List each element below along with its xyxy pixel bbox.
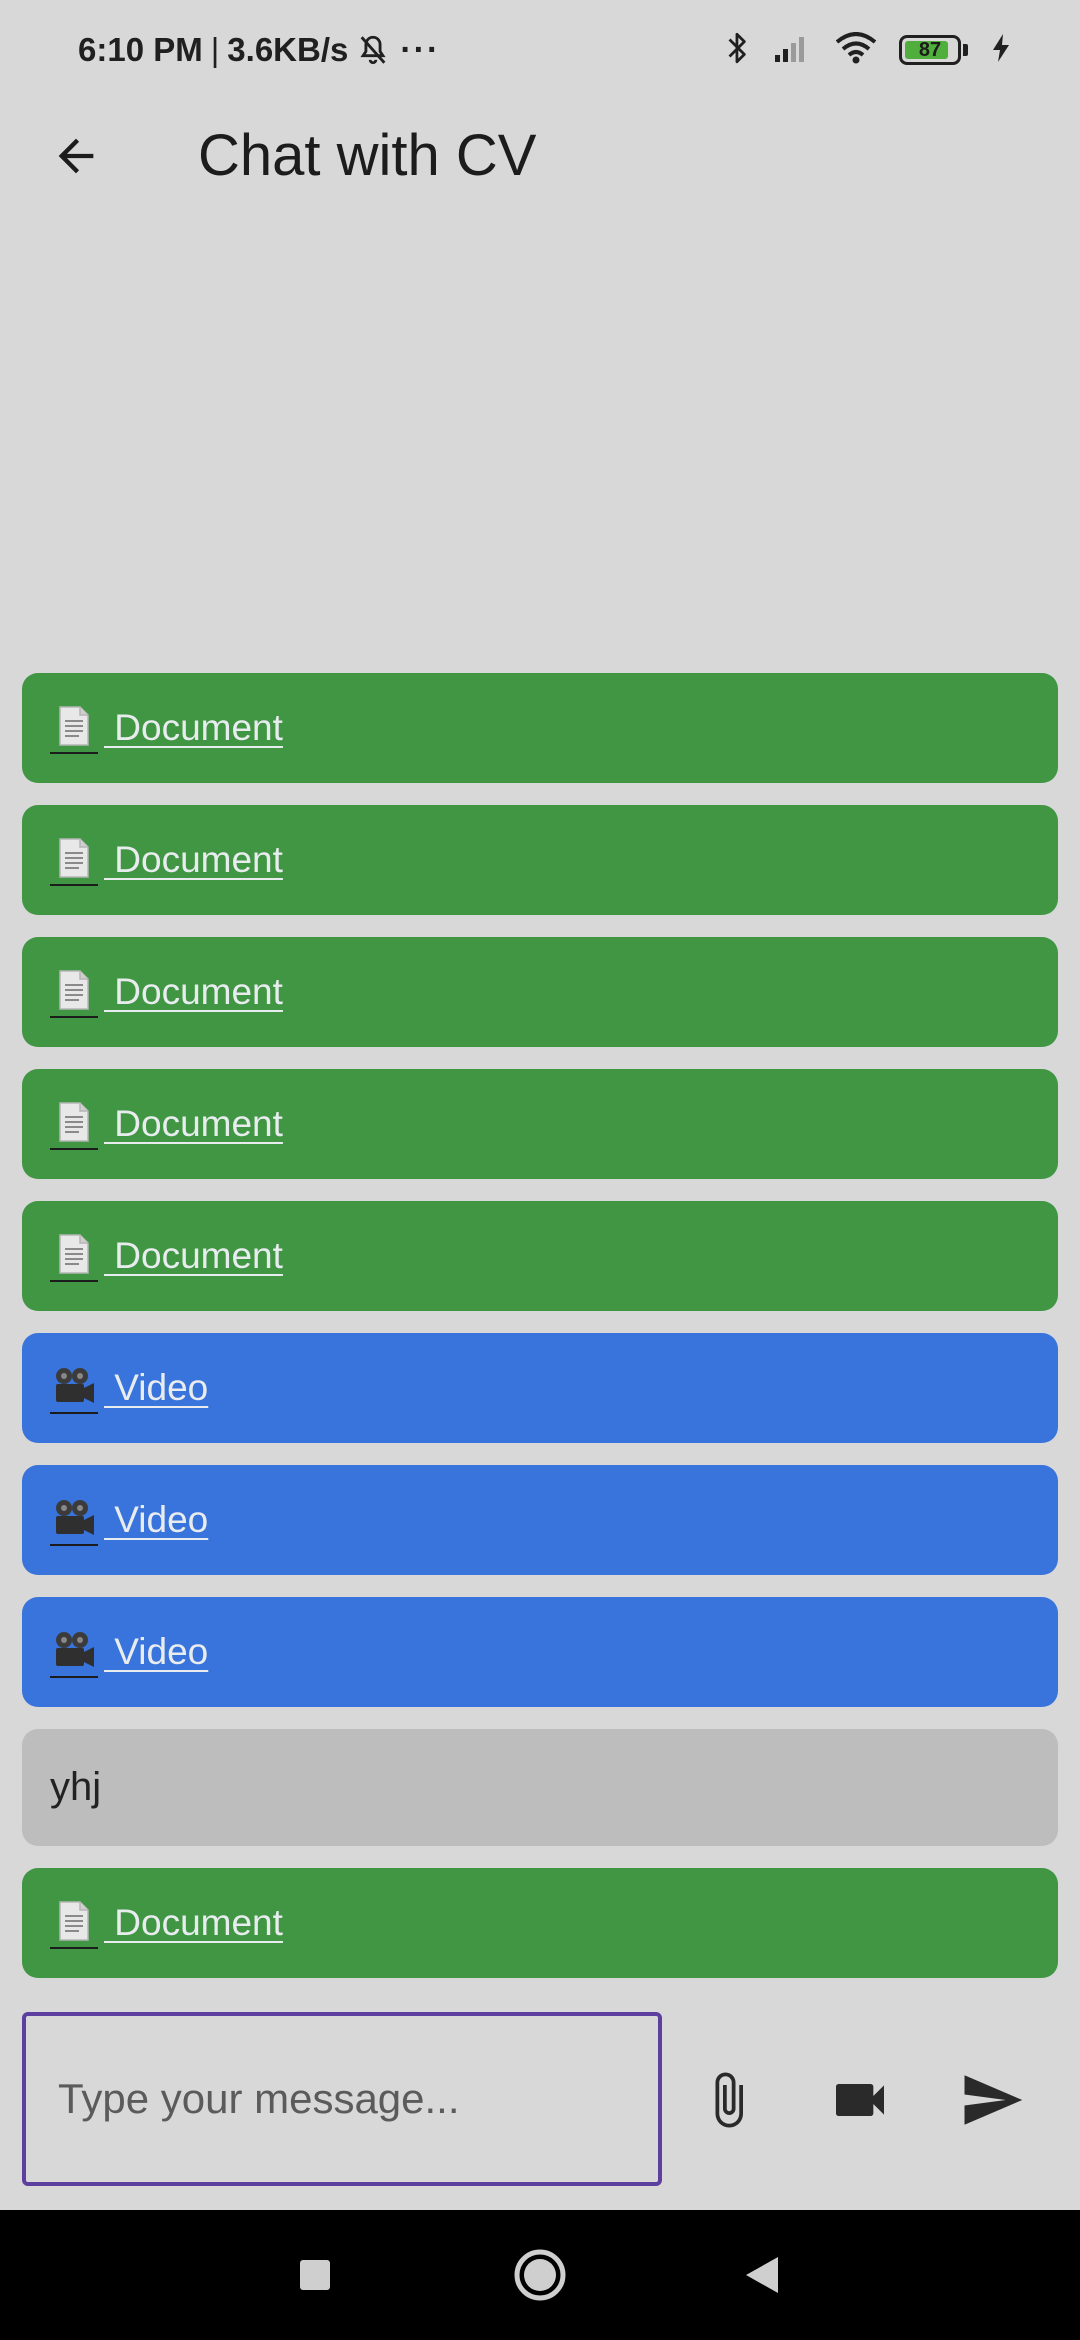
charging-bolt-icon bbox=[990, 32, 1012, 69]
status-separator: | bbox=[210, 31, 220, 68]
document-message[interactable]: Document bbox=[22, 1868, 1058, 1978]
attachment-label: Document bbox=[104, 839, 283, 880]
document-icon bbox=[50, 1230, 98, 1282]
video-camera-icon bbox=[50, 1494, 98, 1546]
document-icon bbox=[50, 834, 98, 886]
attachment-label: Document bbox=[104, 1235, 283, 1276]
attachment-label: Document bbox=[104, 1902, 283, 1943]
document-link[interactable]: Document bbox=[50, 966, 283, 1018]
chat-screen: 6:10 PM | 3.6KB/s ··· 87 Chat with CV Do… bbox=[0, 0, 1080, 2340]
bell-off-icon bbox=[356, 33, 390, 67]
send-icon bbox=[964, 2075, 1023, 2125]
message-input-container[interactable] bbox=[22, 2012, 662, 2186]
video-message[interactable]: Video bbox=[22, 1597, 1058, 1707]
message-text: yhj bbox=[50, 1765, 102, 1809]
circle-icon bbox=[514, 2249, 566, 2301]
document-message[interactable]: Document bbox=[22, 1069, 1058, 1179]
paperclip-icon bbox=[715, 2072, 743, 2128]
videocam-icon bbox=[836, 2084, 884, 2116]
document-message[interactable]: Document bbox=[22, 1201, 1058, 1311]
document-link[interactable]: Document bbox=[50, 834, 283, 886]
status-time: 6:10 PM bbox=[78, 31, 203, 68]
document-message[interactable]: Document bbox=[22, 673, 1058, 783]
document-icon bbox=[50, 966, 98, 1018]
signal-icon bbox=[773, 33, 813, 68]
video-message[interactable]: Video bbox=[22, 1465, 1058, 1575]
status-left: 6:10 PM | 3.6KB/s ··· bbox=[78, 26, 440, 74]
status-right: 87 bbox=[725, 26, 1012, 74]
document-link[interactable]: Document bbox=[50, 702, 283, 754]
battery-icon: 87 bbox=[899, 35, 961, 65]
video-message[interactable]: Video bbox=[22, 1333, 1058, 1443]
arrow-back-icon bbox=[58, 138, 94, 174]
video-link[interactable]: Video bbox=[50, 1362, 208, 1414]
attach-button[interactable] bbox=[678, 2050, 778, 2150]
video-record-button[interactable] bbox=[810, 2050, 910, 2150]
attachment-label: Video bbox=[104, 1367, 209, 1408]
battery-level: 87 bbox=[918, 38, 942, 61]
video-camera-icon bbox=[50, 1626, 98, 1678]
document-icon bbox=[50, 1897, 98, 1949]
status-bar: 6:10 PM | 3.6KB/s ··· 87 bbox=[0, 0, 1080, 96]
message-list: Document Document Document Document Docu… bbox=[22, 673, 1058, 2000]
page-title: Chat with CV bbox=[198, 123, 537, 188]
message-input[interactable] bbox=[56, 2074, 640, 2124]
home-button[interactable] bbox=[505, 2240, 575, 2310]
video-camera-icon bbox=[50, 1362, 98, 1414]
triangle-back-icon bbox=[746, 2257, 778, 2293]
video-link[interactable]: Video bbox=[50, 1626, 208, 1678]
battery-indicator: 87 bbox=[899, 35, 968, 65]
document-link[interactable]: Document bbox=[50, 1897, 283, 1949]
back-nav-button[interactable] bbox=[727, 2240, 797, 2310]
bluetooth-icon bbox=[725, 30, 751, 71]
attachment-label: Document bbox=[104, 971, 283, 1012]
document-icon bbox=[50, 702, 98, 754]
wifi-icon bbox=[835, 31, 877, 69]
network-speed: 3.6KB/s bbox=[227, 31, 349, 68]
document-message[interactable]: Document bbox=[22, 937, 1058, 1047]
attachment-label: Document bbox=[104, 707, 283, 748]
document-message[interactable]: Document bbox=[22, 805, 1058, 915]
square-icon bbox=[300, 2260, 330, 2290]
document-link[interactable]: Document bbox=[50, 1098, 283, 1150]
text-message: yhj bbox=[22, 1729, 1058, 1846]
more-notifications-icon: ··· bbox=[400, 30, 441, 69]
back-button[interactable] bbox=[40, 120, 112, 192]
send-button[interactable] bbox=[942, 2050, 1042, 2150]
system-nav-bar bbox=[0, 2210, 1080, 2340]
battery-cap bbox=[963, 44, 968, 56]
document-link[interactable]: Document bbox=[50, 1230, 283, 1282]
document-icon bbox=[50, 1098, 98, 1150]
attachment-label: Video bbox=[104, 1499, 209, 1540]
app-bar: Chat with CV bbox=[0, 100, 1080, 210]
attachment-label: Video bbox=[104, 1631, 209, 1672]
video-link[interactable]: Video bbox=[50, 1494, 208, 1546]
recents-button[interactable] bbox=[280, 2240, 350, 2310]
attachment-label: Document bbox=[104, 1103, 283, 1144]
